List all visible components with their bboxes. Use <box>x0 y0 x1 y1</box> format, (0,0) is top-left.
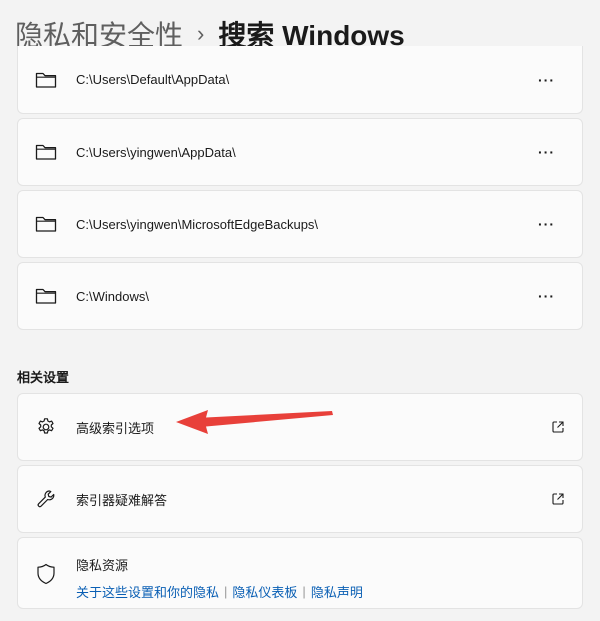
folder-row: C:\Users\yingwen\AppData\ ··· <box>17 118 583 186</box>
more-options-button[interactable]: ··· <box>538 72 555 88</box>
folder-path: C:\Users\yingwen\MicrosoftEdgeBackups\ <box>76 216 319 232</box>
gear-icon <box>34 415 58 439</box>
related-settings-heading: 相关设置 <box>17 370 70 385</box>
privacy-resources-card: 隐私资源 关于这些设置和你的隐私 | 隐私仪表板 | 隐私声明 <box>17 537 583 609</box>
breadcrumb-separator: › <box>197 21 205 46</box>
folder-path: C:\Users\yingwen\AppData\ <box>76 144 236 160</box>
annotation-arrow <box>176 410 333 434</box>
advanced-indexing-options-label: 高级索引选项 <box>76 420 155 436</box>
external-link-icon <box>550 491 566 507</box>
folder-path: C:\Windows\ <box>76 288 149 304</box>
folder-icon <box>34 212 58 236</box>
privacy-statement-link[interactable]: 隐私声明 <box>311 582 363 601</box>
folder-icon <box>34 284 58 308</box>
more-options-button[interactable]: ··· <box>538 288 555 304</box>
indexer-troubleshooter-link[interactable]: 索引器疑难解答 <box>17 465 583 533</box>
folder-path: C:\Users\Default\AppData\ <box>76 72 230 87</box>
external-link-icon <box>550 419 566 435</box>
shield-icon <box>34 562 58 586</box>
privacy-resources-title: 隐私资源 <box>76 558 129 573</box>
link-separator: | <box>302 584 306 599</box>
folder-row: C:\Windows\ ··· <box>17 262 583 330</box>
link-separator: | <box>224 584 228 599</box>
privacy-settings-link[interactable]: 关于这些设置和你的隐私 <box>76 582 219 601</box>
more-options-button[interactable]: ··· <box>538 216 555 232</box>
indexer-troubleshooter-label: 索引器疑难解答 <box>76 492 168 508</box>
folder-icon <box>34 140 58 164</box>
folder-row: C:\Users\Default\AppData\ ··· <box>17 46 583 114</box>
folder-row: C:\Users\yingwen\MicrosoftEdgeBackups\ ·… <box>17 190 583 258</box>
privacy-links: 关于这些设置和你的隐私 | 隐私仪表板 | 隐私声明 <box>76 582 363 601</box>
folder-icon <box>34 68 58 92</box>
wrench-icon <box>34 487 58 511</box>
more-options-button[interactable]: ··· <box>538 144 555 160</box>
privacy-dashboard-link[interactable]: 隐私仪表板 <box>232 582 297 601</box>
